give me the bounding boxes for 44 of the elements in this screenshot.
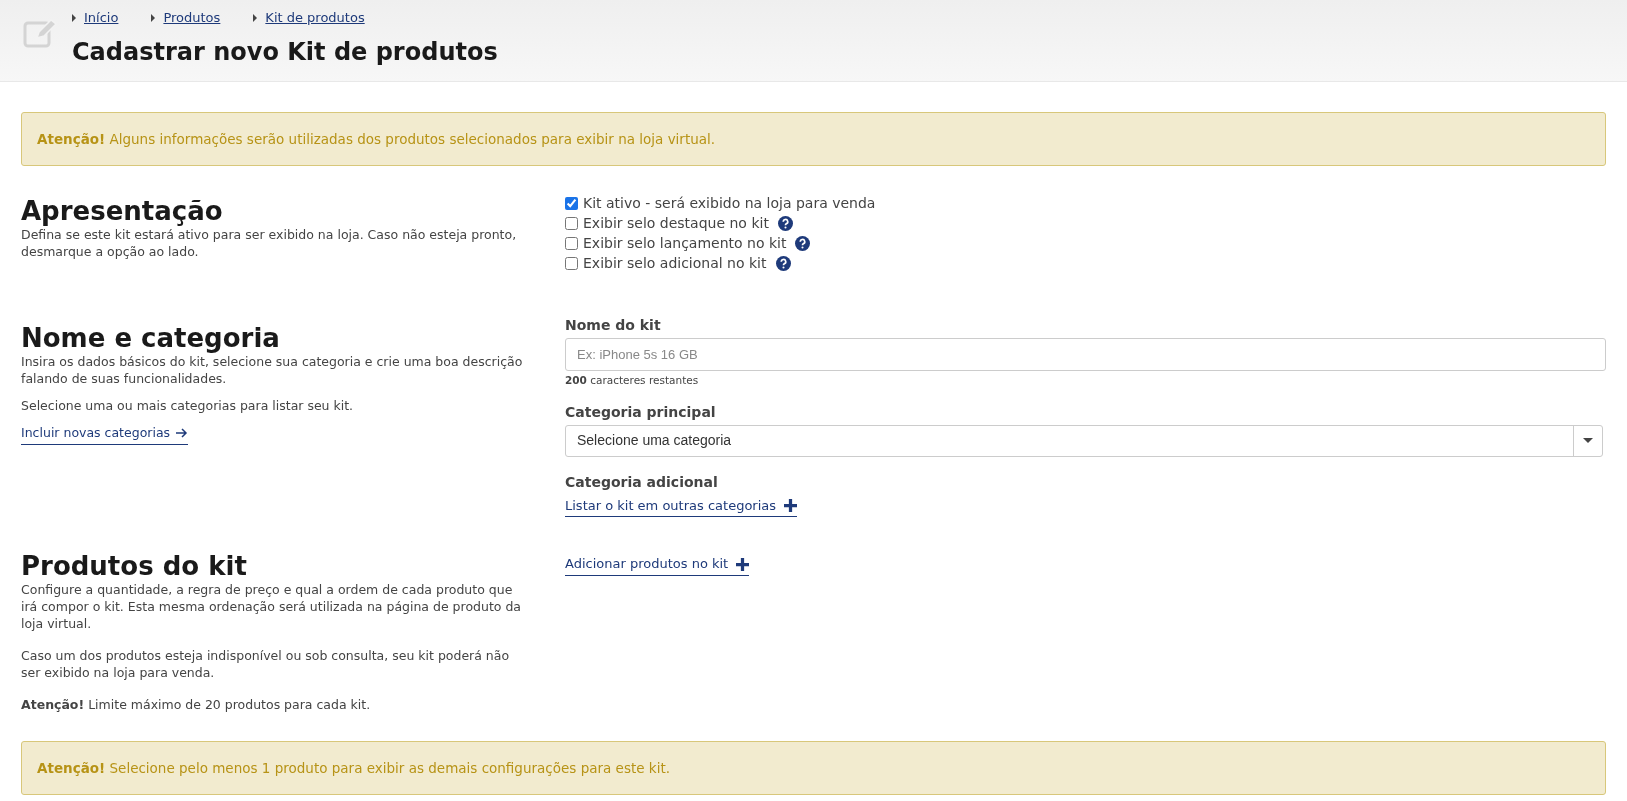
- option-checkbox[interactable]: [565, 197, 578, 210]
- main-category-select[interactable]: Selecione uma categoria: [565, 424, 1603, 457]
- option-label: Kit ativo - será exibido na loja para venda: [583, 194, 876, 213]
- select-value: Selecione uma categoria: [576, 431, 733, 451]
- help-icon[interactable]: [777, 216, 793, 231]
- add-categories-link[interactable]: Incluir novas categorias: [21, 424, 189, 445]
- add-products-link[interactable]: Adicionar produtos no kit: [565, 554, 750, 576]
- section-description: Configure a quantidade, a regra de preço e qual a ordem de cada produto que irá compor o kit. Esta mesma ordenação será utilizada na página de produto da loja virtual.: [21, 581, 523, 633]
- caret-right-icon: [253, 13, 258, 22]
- section-title: Nome e categoria: [21, 323, 281, 353]
- edit-icon: [23, 18, 57, 48]
- section-description: Defina se este kit estará ativo para ser exibido na loja. Caso não esteja pronto, desmarque a opção ao lado.: [21, 226, 518, 260]
- arrow-right-icon: [176, 428, 189, 439]
- help-icon[interactable]: [775, 256, 791, 271]
- warning-alert: Atenção! Alguns informações serão utilizadas dos produtos selecionados para exibir na loja virtual.: [21, 112, 1606, 166]
- help-icon[interactable]: [795, 236, 811, 251]
- kit-name-input[interactable]: Ex: iPhone 5s 16 GB: [565, 338, 1606, 371]
- warning-alert: Atenção! Selecione pelo menos 1 produto para exibir as demais configurações para este kit.: [21, 741, 1606, 796]
- option-label: Exibir selo destaque no kit: [583, 214, 769, 233]
- field-label: Categoria principal: [565, 402, 717, 422]
- caret-right-icon: [151, 13, 156, 22]
- section-description: Caso um dos produtos esteja indisponível ou sob consulta, seu kit poderá não ser exibido na loja para venda.: [21, 647, 511, 682]
- field-label: Nome do kit: [565, 316, 662, 335]
- plus-icon: [736, 557, 750, 571]
- dropdown-caret-icon: [1583, 438, 1593, 444]
- section-description: Selecione uma ou mais categorias para listar seu kit.: [21, 397, 355, 414]
- option-checkbox[interactable]: [565, 237, 578, 250]
- breadcrumb-link[interactable]: Produtos: [163, 8, 221, 28]
- section-title: Apresentação: [21, 196, 224, 226]
- breadcrumb-link[interactable]: Kit de produtos: [265, 8, 365, 28]
- remaining-characters: 200 caracteres restantes: [565, 373, 700, 388]
- plus-icon: [784, 499, 798, 512]
- option-label: Exibir selo adicional no kit: [583, 254, 767, 273]
- option-checkbox[interactable]: [565, 257, 578, 270]
- breadcrumb-link[interactable]: Início: [84, 8, 119, 28]
- add-category-link[interactable]: Listar o kit em outras categorias: [565, 495, 798, 518]
- section-description: Atenção! Limite máximo de 20 produtos para cada kit.: [21, 696, 372, 714]
- field-label: Categoria adicional: [565, 472, 719, 492]
- section-title: Produtos do kit: [21, 551, 248, 582]
- section-description: Insira os dados básicos do kit, selecione sua categoria e crie uma boa descrição falando de suas funcionalidades.: [21, 353, 524, 387]
- page-title: Cadastrar novo Kit de produtos: [72, 36, 498, 68]
- option-checkbox[interactable]: [565, 217, 578, 230]
- option-label: Exibir selo lançamento no kit: [583, 234, 787, 253]
- caret-right-icon: [72, 13, 76, 22]
